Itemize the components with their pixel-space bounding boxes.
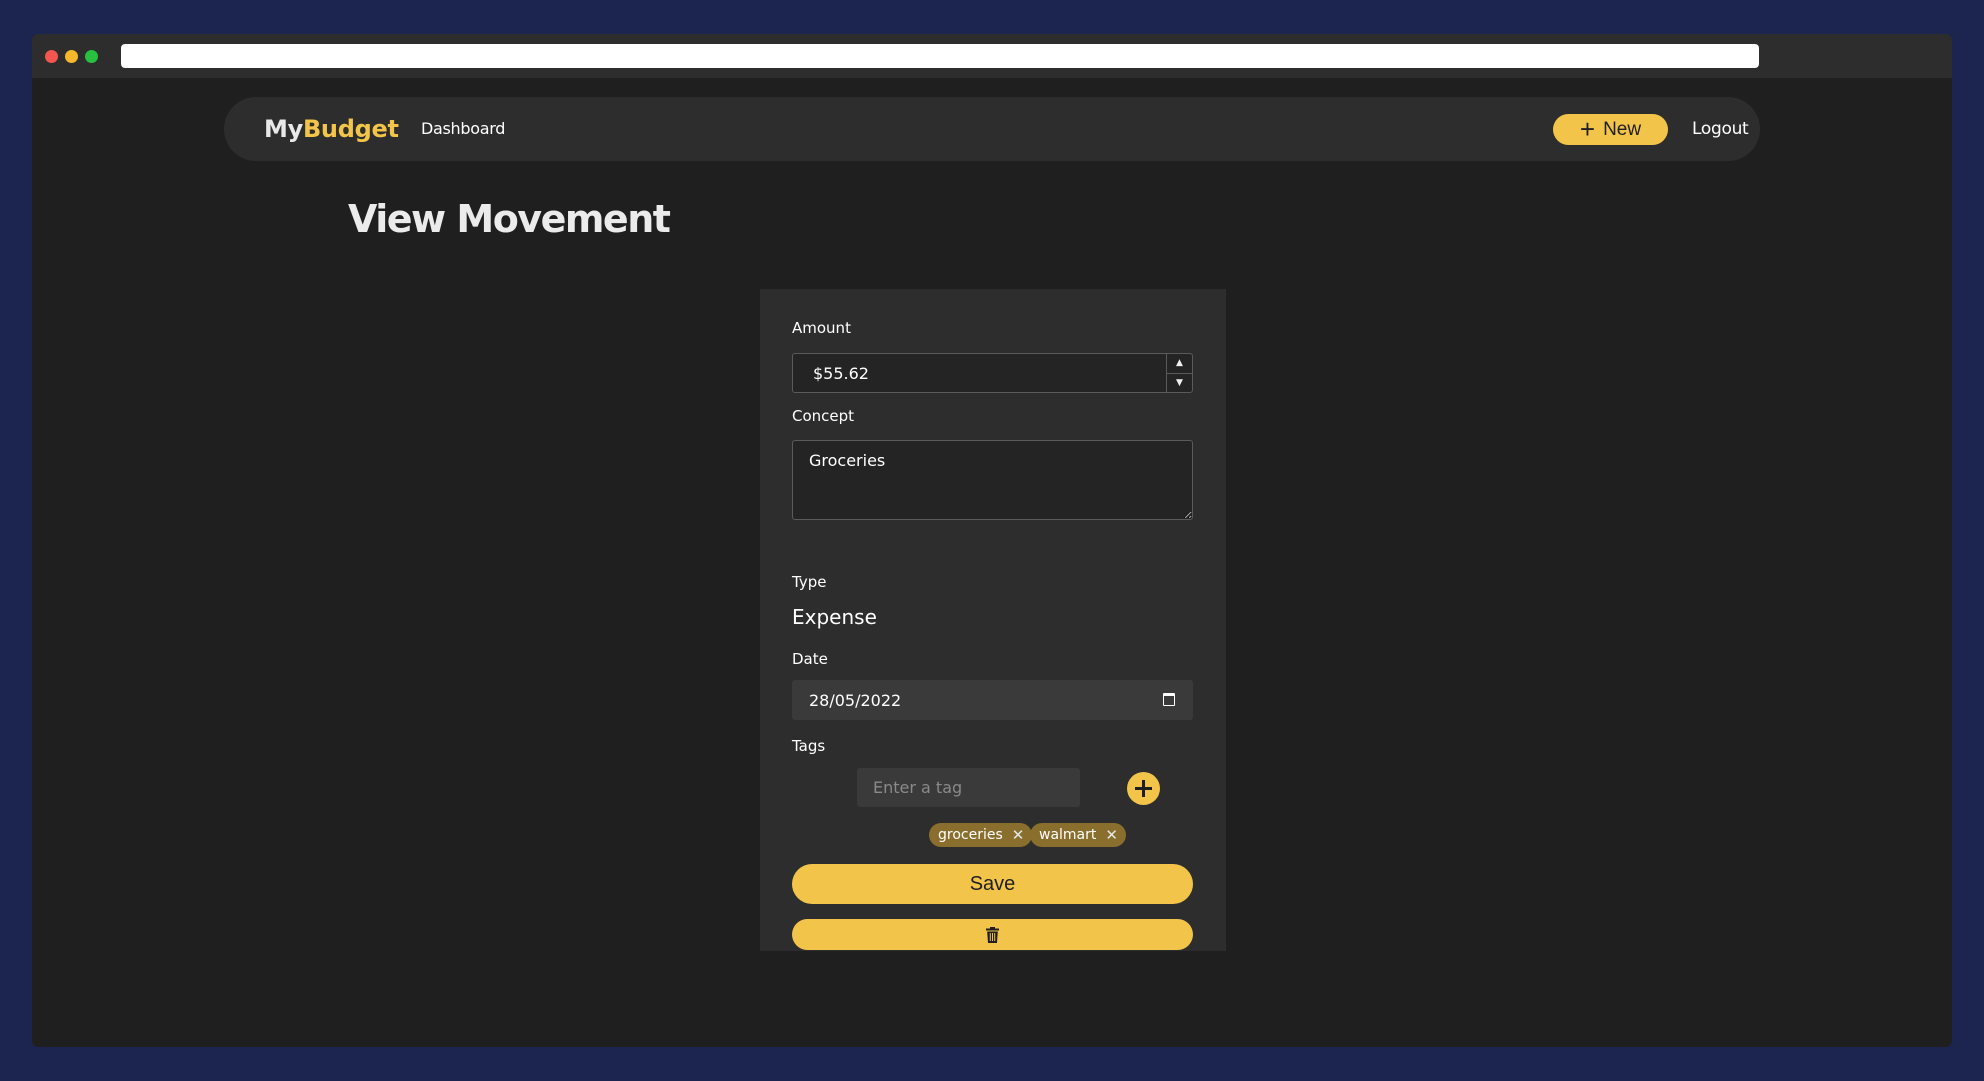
plus-icon: + (1579, 113, 1596, 144)
date-field-wrapper (792, 680, 1193, 720)
tag-chip: walmart ✕ (1030, 823, 1126, 847)
tag-list: groceries ✕ walmart ✕ (760, 823, 1226, 847)
page-title: View Movement (348, 197, 671, 241)
close-icon[interactable]: ✕ (1012, 827, 1025, 843)
amount-input[interactable] (793, 354, 1163, 392)
new-button-label: New (1603, 118, 1642, 140)
tag-chip-label: groceries (938, 827, 1003, 843)
address-bar[interactable] (121, 44, 1759, 68)
minimize-window-button[interactable] (65, 50, 78, 63)
brand-part-my: My (264, 115, 303, 143)
close-icon[interactable]: ✕ (1105, 827, 1118, 843)
movement-form: Amount ▲ ▼ Concept Groceries Type Expens… (760, 289, 1226, 951)
new-movement-button[interactable]: + New (1553, 114, 1668, 145)
type-label: Type (792, 573, 827, 591)
tag-chip: groceries ✕ (929, 823, 1033, 847)
amount-label: Amount (792, 319, 851, 337)
save-button[interactable]: Save (792, 864, 1193, 904)
nav-dashboard-link[interactable]: Dashboard (421, 119, 505, 138)
caret-down-icon[interactable]: ▼ (1167, 374, 1192, 393)
close-window-button[interactable] (45, 50, 58, 63)
trash-icon (986, 927, 999, 943)
calendar-icon[interactable] (1163, 693, 1175, 706)
tag-chip-label: walmart (1039, 827, 1097, 843)
delete-button[interactable] (792, 919, 1193, 950)
type-value: Expense (792, 605, 877, 629)
caret-up-icon[interactable]: ▲ (1167, 354, 1192, 374)
logout-link[interactable]: Logout (1692, 119, 1749, 139)
plus-circle-icon[interactable] (1127, 772, 1160, 805)
brand-logo[interactable]: MyBudget (264, 115, 399, 143)
concept-label: Concept (792, 407, 855, 425)
amount-stepper: ▲ ▼ (1166, 354, 1192, 392)
maximize-window-button[interactable] (85, 50, 98, 63)
browser-chrome (32, 34, 1952, 78)
amount-field-wrapper: ▲ ▼ (792, 353, 1193, 393)
concept-textarea[interactable]: Groceries (792, 440, 1193, 520)
date-input[interactable] (792, 680, 1152, 720)
top-navbar: MyBudget Dashboard + New Logout (224, 97, 1760, 161)
browser-window: MyBudget Dashboard + New Logout View Mov… (32, 34, 1952, 1047)
tag-input[interactable] (857, 768, 1080, 807)
brand-part-budget: Budget (302, 115, 399, 143)
tags-label: Tags (792, 737, 826, 755)
date-label: Date (792, 650, 828, 668)
